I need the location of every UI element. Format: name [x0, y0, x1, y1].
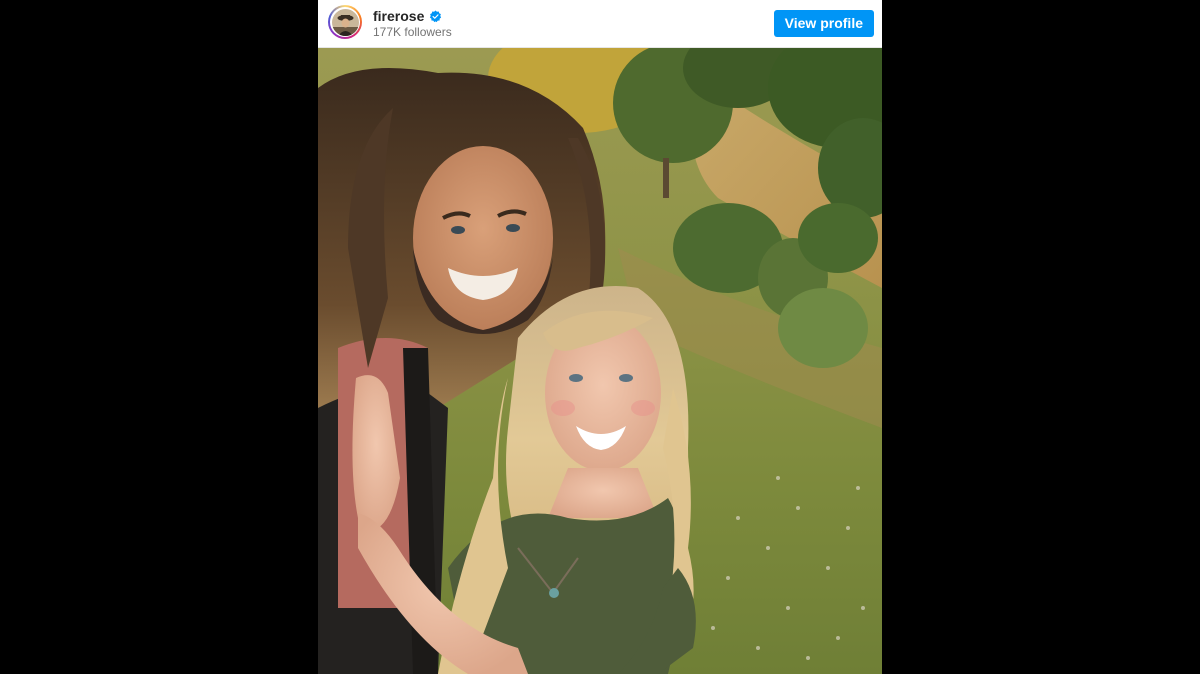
view-profile-button[interactable]: View profile [773, 10, 874, 37]
avatar [331, 8, 359, 36]
post-header: firerose 177K followers View profile [318, 0, 882, 48]
avatar-ring[interactable] [328, 5, 362, 39]
verified-badge-icon [430, 10, 442, 23]
post-photo[interactable] [318, 48, 882, 674]
follower-count: 177K followers [373, 25, 452, 39]
instagram-embed: firerose 177K followers View profile [318, 0, 882, 674]
username[interactable]: firerose [373, 8, 424, 25]
post-image [318, 48, 882, 674]
